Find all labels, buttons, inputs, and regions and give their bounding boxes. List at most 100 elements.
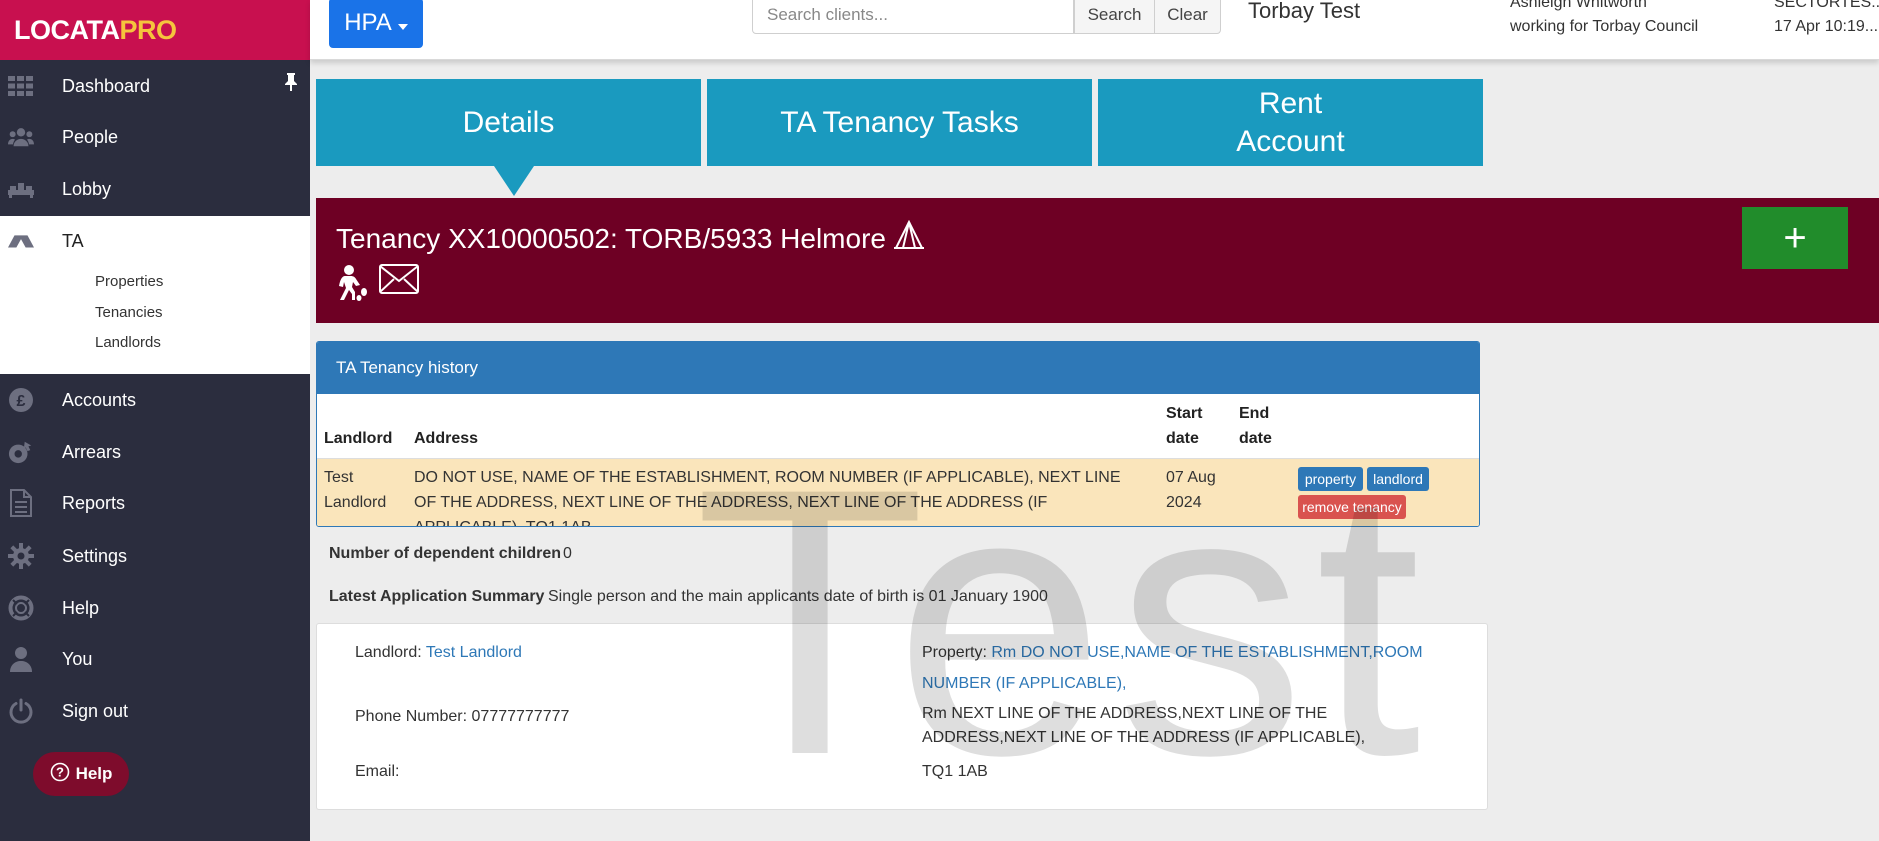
- sidebar-subitem-tenancies[interactable]: Tenancies: [95, 304, 163, 321]
- property-badge-button[interactable]: property: [1298, 467, 1363, 491]
- caret-down-icon: [397, 9, 408, 37]
- dependent-children-value: 0: [563, 545, 572, 562]
- sidebar-item-arrears[interactable]: Arrears: [0, 427, 310, 477]
- sidebar-subitem-properties[interactable]: Properties: [95, 273, 163, 290]
- search-button[interactable]: Search: [1074, 0, 1155, 34]
- add-button[interactable]: +: [1742, 207, 1848, 269]
- organisation-name: Torbay Test: [1248, 0, 1361, 23]
- phone-detail: Phone Number: 07777777777: [355, 701, 569, 732]
- application-summary-label: Latest Application Summary: [329, 588, 545, 605]
- lifebuoy-icon: [8, 595, 34, 621]
- sidebar-item-label: Help: [62, 597, 100, 618]
- tenancy-title-text: Tenancy XX10000502: TORB/5933 Helmore: [336, 222, 886, 254]
- sidebar-item-label: Accounts: [62, 389, 137, 410]
- tab-details[interactable]: Details: [316, 79, 701, 166]
- column-header-landlord: Landlord: [324, 430, 393, 447]
- sidebar-item-sign-out[interactable]: Sign out: [0, 686, 310, 736]
- dependent-children-label: Number of dependent children: [329, 545, 562, 562]
- user-name: Ashleigh Whitworth: [1510, 0, 1647, 11]
- footprints-icon[interactable]: [335, 264, 369, 307]
- sidebar-item-lobby[interactable]: Lobby: [0, 164, 310, 214]
- property-address-line: Rm NEXT LINE OF THE ADDRESS,NEXT LINE OF…: [922, 705, 1366, 746]
- sidebar-item-label: Lobby: [62, 178, 112, 199]
- sidebar-ta-section: TA Properties Tenancies Landlords: [0, 216, 310, 374]
- tab-rent-account[interactable]: Rent Account: [1098, 79, 1483, 166]
- svg-text:?: ?: [56, 764, 64, 779]
- question-circle-icon: ?: [50, 762, 70, 787]
- sidebar-item-label: Reports: [62, 492, 126, 513]
- lobby-icon: [8, 176, 34, 202]
- phone-detail-value: 07777777777: [471, 708, 570, 725]
- locata-pro-logo[interactable]: LOCATA PRO: [0, 0, 310, 60]
- tent-outline-icon: [893, 219, 924, 257]
- hpa-dropdown-button[interactable]: HPA: [329, 0, 423, 48]
- landlord-link[interactable]: Test Landlord: [426, 644, 522, 661]
- search-clients-input[interactable]: [752, 0, 1074, 34]
- application-summary-value: Single person and the main applicants da…: [548, 588, 1048, 605]
- hpa-label: HPA: [344, 9, 392, 36]
- sidebar-item-label: People: [62, 126, 119, 147]
- email-detail: Email:: [355, 756, 399, 787]
- help-pill-label: Help: [75, 764, 113, 783]
- cell-address: DO NOT USE, NAME OF THE ESTABLISHMENT, R…: [414, 469, 1121, 526]
- sidebar-subitem-landlords[interactable]: Landlords: [95, 334, 161, 351]
- session-code: SECTORTES...: [1774, 0, 1879, 11]
- tenancy-banner: Tenancy XX10000502: TORB/5933 Helmore: [316, 198, 1879, 323]
- sidebar-item-label: Sign out: [62, 700, 129, 721]
- grid-icon: [8, 73, 34, 99]
- help-pill-button[interactable]: ? Help: [33, 752, 129, 796]
- landlord-badge-button[interactable]: landlord: [1367, 467, 1429, 491]
- sidebar-item-people[interactable]: People: [0, 112, 310, 162]
- document-icon: [8, 489, 34, 517]
- sidebar-item-you[interactable]: You: [0, 634, 310, 684]
- sidebar-item-help[interactable]: Help: [0, 583, 310, 633]
- table-row[interactable]: Test Landlord DO NOT USE, NAME OF THE ES…: [317, 458, 1479, 526]
- tenancy-detail-card: Landlord: Test Landlord Phone Number: 07…: [316, 623, 1488, 810]
- column-header-address: Address: [414, 430, 479, 447]
- cell-start-date: 07 Aug 2024: [1166, 469, 1216, 511]
- remove-tenancy-button[interactable]: remove tenancy: [1298, 495, 1406, 519]
- session-date: 17 Apr 10:19...: [1774, 18, 1879, 35]
- column-header-end-date: End date: [1239, 405, 1272, 447]
- sidebar-item-label: Settings: [62, 545, 128, 566]
- banner-icon-row: [335, 264, 419, 307]
- sidebar-item-label: You: [62, 648, 93, 669]
- people-icon: [8, 124, 34, 150]
- property-detail-label: Property:: [922, 644, 987, 661]
- column-header-start-date: Start date: [1166, 405, 1203, 447]
- user-icon: [8, 646, 34, 672]
- sidebar-item-label: Dashboard: [62, 75, 151, 96]
- email-detail-label: Email:: [355, 763, 400, 780]
- svg-text:£: £: [17, 393, 26, 410]
- tent-icon: [8, 228, 34, 254]
- sidebar-item-label: TA: [62, 230, 84, 251]
- ta-tenancy-history-panel: TA Tenancy history Landlord Address Star…: [316, 341, 1480, 527]
- sidebar-item-dashboard[interactable]: Dashboard: [0, 61, 310, 111]
- sidebar: LOCATA PRO Dashboard People Lobby TA Prop…: [0, 0, 310, 841]
- gear-icon: [8, 543, 34, 569]
- tenancy-title: Tenancy XX10000502: TORB/5933 Helmore: [336, 219, 924, 257]
- sidebar-item-ta[interactable]: TA: [0, 216, 310, 266]
- coins-icon: [8, 439, 34, 465]
- sidebar-item-label: Arrears: [62, 441, 122, 462]
- tab-ta-tenancy-tasks[interactable]: TA Tenancy Tasks: [707, 79, 1092, 166]
- sidebar-item-accounts[interactable]: £ Accounts: [0, 375, 310, 425]
- property-postcode: TQ1 1AB: [922, 763, 988, 780]
- sidebar-item-reports[interactable]: Reports: [0, 478, 310, 528]
- sidebar-item-settings[interactable]: Settings: [0, 531, 310, 581]
- clear-button[interactable]: Clear: [1154, 0, 1221, 34]
- envelope-icon[interactable]: [379, 264, 419, 307]
- history-panel-header: TA Tenancy history: [317, 342, 1479, 394]
- pound-icon: £: [8, 387, 34, 413]
- active-tab-pointer: [494, 166, 534, 196]
- landlord-detail-label: Landlord:: [355, 644, 422, 661]
- cell-landlord: Test Landlord: [324, 469, 387, 511]
- power-icon: [8, 698, 34, 724]
- user-organisation: working for Torbay Council: [1510, 18, 1699, 35]
- property-link[interactable]: Rm DO NOT USE,NAME OF THE ESTABLISHMENT,…: [922, 644, 1423, 692]
- property-detail: Property: Rm DO NOT USE,NAME OF THE ESTA…: [922, 637, 1452, 699]
- top-bar: HPA Search Clear Torbay Test Ashleigh Wh…: [310, 0, 1879, 60]
- landlord-detail: Landlord: Test Landlord: [355, 637, 522, 668]
- logo-main-text: LOCATA: [14, 14, 120, 45]
- phone-detail-label: Phone Number:: [355, 708, 468, 725]
